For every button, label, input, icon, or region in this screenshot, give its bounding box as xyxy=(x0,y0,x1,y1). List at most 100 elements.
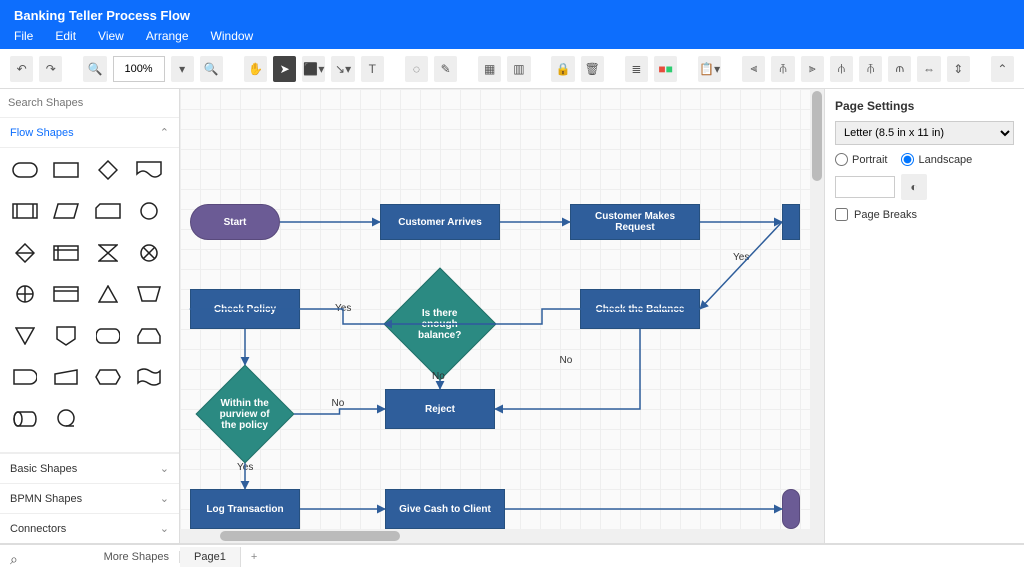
paper-size-select[interactable]: Letter (8.5 in x 11 in) xyxy=(835,121,1014,145)
basic-shapes-header[interactable]: Basic Shapes⌄ xyxy=(0,453,179,483)
align-left-button[interactable]: ⫷ xyxy=(742,56,765,82)
node-enough[interactable]: Is there enough balance? xyxy=(383,267,496,380)
collapse-panel-button[interactable]: ⌃ xyxy=(991,56,1014,82)
node-give[interactable]: Give Cash to Client xyxy=(385,489,505,529)
search-input[interactable] xyxy=(0,89,179,118)
text-tool-button[interactable]: T xyxy=(361,56,384,82)
chevron-down-icon: ⌄ xyxy=(160,492,169,505)
align-top-button[interactable]: ⫛ xyxy=(830,56,853,82)
menu-window[interactable]: Window xyxy=(211,29,254,43)
shape-preparation[interactable] xyxy=(93,365,123,389)
delete-button[interactable]: 🗑 xyxy=(581,56,604,82)
align-bottom-button[interactable]: ⫙ xyxy=(888,56,911,82)
zoom-out-button[interactable]: 🔍 xyxy=(83,56,106,82)
distribute-h-button[interactable]: ⇔ xyxy=(917,56,940,82)
node-check_balance[interactable]: Check the Balance xyxy=(580,289,700,329)
lock-button[interactable]: 🔒 xyxy=(551,56,574,82)
horizontal-scrollbar[interactable] xyxy=(180,529,824,543)
shape-process[interactable] xyxy=(51,158,81,182)
shape-collate[interactable] xyxy=(93,241,123,265)
themes-button[interactable]: ■■ xyxy=(654,56,677,82)
redo-button[interactable]: ↷ xyxy=(39,56,62,82)
node-start[interactable]: Start xyxy=(190,204,280,240)
shape-card[interactable] xyxy=(93,199,123,223)
align-middle-button[interactable]: ⫚ xyxy=(859,56,882,82)
shape-sort[interactable] xyxy=(10,241,40,265)
zoom-input[interactable] xyxy=(113,56,165,82)
menu-edit[interactable]: Edit xyxy=(55,29,76,43)
distribute-v-button[interactable]: ⇕ xyxy=(947,56,970,82)
shape-direct-data[interactable] xyxy=(10,407,40,431)
shape-paper-tape[interactable] xyxy=(134,365,164,389)
background-reset-button[interactable]: ◐ xyxy=(901,174,927,200)
shape-manual-op[interactable] xyxy=(134,282,164,306)
undo-button[interactable]: ↶ xyxy=(10,56,33,82)
shape-loop-limit[interactable] xyxy=(134,324,164,348)
page-breaks-checkbox[interactable] xyxy=(835,208,848,221)
properties-panel: Page Settings Letter (8.5 in x 11 in) Po… xyxy=(824,89,1024,543)
menu-view[interactable]: View xyxy=(98,29,124,43)
edge-label: Yes xyxy=(733,252,749,263)
add-page-button[interactable]: + xyxy=(241,547,267,567)
background-color-input[interactable] xyxy=(835,176,895,198)
shape-or[interactable] xyxy=(10,282,40,306)
shape-offpage[interactable] xyxy=(51,324,81,348)
pointer-tool-button[interactable]: ➤ xyxy=(273,56,296,82)
group-button[interactable]: ▦ xyxy=(478,56,501,82)
layers-button[interactable]: ≣ xyxy=(625,56,648,82)
node-log[interactable]: Log Transaction xyxy=(190,489,300,529)
node-off1[interactable] xyxy=(782,204,800,240)
shape-terminator[interactable] xyxy=(10,158,40,182)
bpmn-shapes-header[interactable]: BPMN Shapes⌄ xyxy=(0,483,179,513)
shape-display[interactable] xyxy=(93,324,123,348)
shape-delay[interactable] xyxy=(10,365,40,389)
connector-tool-button[interactable]: ↘▾ xyxy=(331,56,354,82)
menu-arrange[interactable]: Arrange xyxy=(146,29,189,43)
shape-merge[interactable] xyxy=(10,324,40,348)
fill-button[interactable]: ◌ xyxy=(405,56,428,82)
shape-decision[interactable] xyxy=(93,158,123,182)
node-check_policy[interactable]: Check Policy xyxy=(190,289,300,329)
shape-summing[interactable] xyxy=(134,241,164,265)
stroke-button[interactable]: ✎ xyxy=(434,56,457,82)
connectors-header[interactable]: Connectors⌄ xyxy=(0,513,179,543)
page-breaks-label: Page Breaks xyxy=(854,209,917,221)
menu-file[interactable]: File xyxy=(14,29,33,43)
toolbar: ↶ ↷ 🔍 ▾ 🔍 ✋ ➤ ⬛▾ ↘▾ T ◌ ✎ ▦ ▥ 🔒 🗑 ≣ ■■ 📋… xyxy=(0,49,1024,89)
palette-accordions: Basic Shapes⌄ BPMN Shapes⌄ Connectors⌄ xyxy=(0,452,179,543)
shape-data[interactable] xyxy=(51,199,81,223)
orientation-portrait[interactable]: Portrait xyxy=(835,153,887,166)
edge-label: No xyxy=(332,398,345,409)
shape-document[interactable] xyxy=(134,158,164,182)
node-purview[interactable]: Within the purview of the policy xyxy=(196,365,295,464)
pan-tool-button[interactable]: ✋ xyxy=(244,56,267,82)
node-request[interactable]: Customer Makes Request xyxy=(570,204,700,240)
flow-shapes-header[interactable]: Flow Shapes ⌃ xyxy=(0,118,179,148)
zoom-dropdown[interactable]: ▾ xyxy=(171,56,194,82)
shapes-grid xyxy=(0,148,179,452)
shape-extract[interactable] xyxy=(93,282,123,306)
align-right-button[interactable]: ⫸ xyxy=(801,56,824,82)
shape-predefined[interactable] xyxy=(10,199,40,223)
edge-label: Yes xyxy=(237,462,253,473)
align-center-button[interactable]: ⫚ xyxy=(771,56,794,82)
more-shapes-button[interactable]: More Shapes xyxy=(0,551,180,563)
zoom-in-button[interactable]: 🔍 xyxy=(200,56,223,82)
shape-manual-input[interactable] xyxy=(51,365,81,389)
shape-connector[interactable] xyxy=(134,199,164,223)
shape-sequential-data[interactable] xyxy=(51,407,81,431)
node-reject[interactable]: Reject xyxy=(385,389,495,429)
node-arrive[interactable]: Customer Arrives xyxy=(380,204,500,240)
app-header: Banking Teller Process Flow File Edit Vi… xyxy=(0,0,1024,49)
vertical-scrollbar[interactable] xyxy=(810,89,824,529)
orientation-landscape[interactable]: Landscape xyxy=(901,153,972,166)
node-end[interactable] xyxy=(782,489,800,529)
shape-stored-data[interactable] xyxy=(51,282,81,306)
tab-page1[interactable]: Page1 xyxy=(180,547,241,567)
ungroup-button[interactable]: ▥ xyxy=(507,56,530,82)
shape-internal-storage[interactable] xyxy=(51,241,81,265)
paste-button[interactable]: 📋▾ xyxy=(698,56,721,82)
shape-tool-button[interactable]: ⬛▾ xyxy=(302,56,325,82)
canvas[interactable]: Start Customer Arrives Customer Makes Requ… xyxy=(180,89,824,543)
chevron-up-icon: ⌃ xyxy=(160,126,169,139)
